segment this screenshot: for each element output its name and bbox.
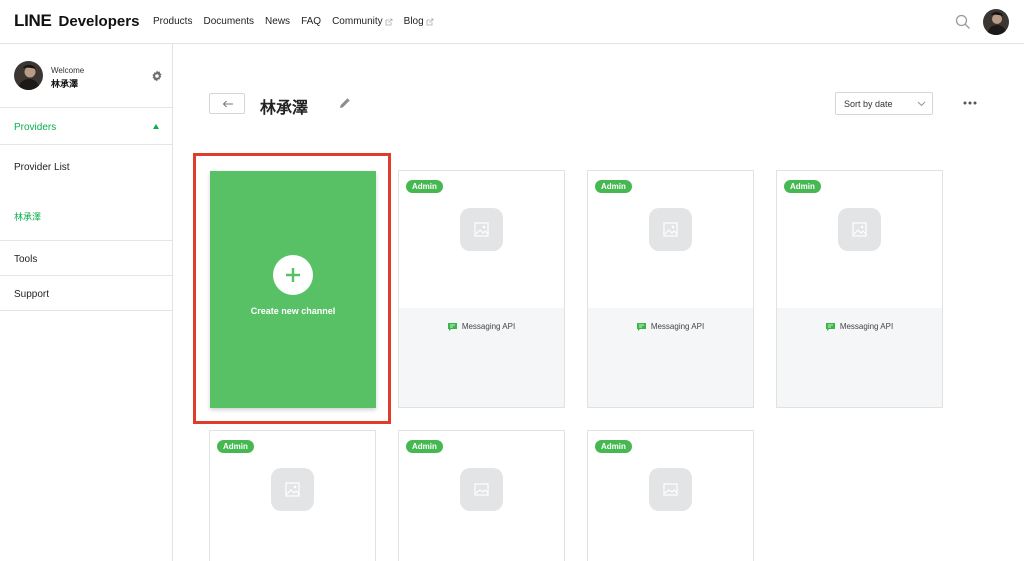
- admin-badge: Admin: [406, 180, 443, 193]
- search-icon[interactable]: [955, 14, 971, 30]
- sort-select[interactable]: Sort by date: [835, 92, 933, 115]
- more-options-icon[interactable]: [963, 101, 977, 105]
- create-new-channel-label: Create new channel: [250, 306, 336, 316]
- main-nav: Products Documents News FAQ Community Bl…: [153, 16, 445, 27]
- create-new-channel-card[interactable]: Create new channel: [210, 171, 376, 408]
- nav-blog[interactable]: Blog: [404, 16, 434, 27]
- chat-bubble-icon: [636, 322, 646, 331]
- chat-bubble-icon: [825, 322, 835, 331]
- sidebar-providers-label: Providers: [14, 122, 57, 133]
- sidebar-providers-toggle[interactable]: Providers: [0, 108, 172, 145]
- channel-type-label: Messaging API: [839, 322, 894, 331]
- welcome-text: Welcome: [51, 66, 85, 75]
- nav-documents-label: Documents: [203, 16, 255, 27]
- user-avatar[interactable]: [983, 9, 1009, 35]
- admin-badge: Admin: [784, 180, 821, 193]
- nav-products-label: Products: [153, 16, 193, 27]
- gear-icon[interactable]: [151, 70, 163, 82]
- nav-news[interactable]: News: [265, 16, 290, 27]
- channel-card-top: Admin: [777, 171, 942, 308]
- sidebar-item-support[interactable]: Support: [0, 276, 172, 311]
- nav-documents[interactable]: Documents: [203, 16, 254, 27]
- nav-faq-label: FAQ: [301, 16, 322, 27]
- user-name: 林承澤: [51, 79, 79, 89]
- admin-badge: Admin: [595, 180, 632, 193]
- channel-card[interactable]: Admin Messaging API: [398, 170, 565, 408]
- logo-developers-text: Developers: [58, 13, 140, 30]
- image-placeholder-icon: [460, 208, 503, 251]
- channel-type: Messaging API: [588, 322, 753, 331]
- image-placeholder-icon: [271, 468, 314, 511]
- image-placeholder-icon: [838, 208, 881, 251]
- arrow-left-icon: [222, 100, 233, 108]
- nav-products[interactable]: Products: [153, 16, 192, 27]
- channel-card-footer: Messaging API: [777, 308, 942, 407]
- channel-type-label: Messaging API: [650, 322, 705, 331]
- channel-card-top: Admin: [399, 171, 564, 308]
- nav-community[interactable]: Community: [332, 16, 393, 27]
- channel-card[interactable]: Admin: [587, 430, 754, 561]
- sidebar-user-panel: Welcome 林承澤: [0, 44, 172, 108]
- nav-news-label: News: [265, 16, 291, 27]
- channel-card-top: Admin: [588, 171, 753, 308]
- channel-card[interactable]: Admin: [398, 430, 565, 561]
- sort-select-value: Sort by date: [844, 99, 893, 109]
- nav-faq[interactable]: FAQ: [301, 16, 321, 27]
- nav-community-label: Community: [332, 16, 383, 27]
- channel-type-label: Messaging API: [461, 322, 516, 331]
- sidebar: Welcome 林承澤 Providers Provider List 林承澤 …: [0, 44, 173, 561]
- channel-card-footer: Messaging API: [588, 308, 753, 407]
- channel-type: Messaging API: [399, 322, 564, 331]
- top-bar: LINE Developers Products Documents News …: [0, 0, 1024, 44]
- logo-line-text: LINE: [14, 11, 52, 30]
- caret-up-icon: [153, 124, 159, 129]
- channel-card[interactable]: Admin: [209, 430, 376, 561]
- sidebar-item-provider-list[interactable]: Provider List: [14, 162, 70, 173]
- page-title: 林承澤: [260, 100, 309, 117]
- channel-card-footer: Messaging API: [399, 308, 564, 407]
- avatar: [14, 61, 43, 90]
- chevron-down-icon: [917, 101, 926, 107]
- plus-icon: [273, 255, 313, 295]
- channel-type: Messaging API: [777, 322, 942, 331]
- sidebar-providers-submenu: Provider List 林承澤: [0, 145, 172, 241]
- back-button[interactable]: [209, 93, 245, 114]
- admin-badge: Admin: [406, 440, 443, 453]
- sidebar-item-tools-label: Tools: [14, 254, 38, 265]
- sidebar-item-tools[interactable]: Tools: [0, 241, 172, 276]
- admin-badge: Admin: [595, 440, 632, 453]
- chat-bubble-icon: [447, 322, 457, 331]
- external-link-icon: [426, 18, 434, 25]
- sidebar-item-provider[interactable]: 林承澤: [14, 210, 41, 223]
- sidebar-item-support-label: Support: [14, 289, 50, 300]
- image-placeholder-icon: [649, 208, 692, 251]
- admin-badge: Admin: [217, 440, 254, 453]
- line-developers-logo[interactable]: LINE Developers: [14, 11, 139, 33]
- image-placeholder-icon: [649, 468, 692, 511]
- nav-blog-label: Blog: [403, 16, 424, 27]
- channel-card[interactable]: Admin Messaging API: [587, 170, 754, 408]
- pencil-icon[interactable]: [339, 97, 351, 109]
- image-placeholder-icon: [460, 468, 503, 511]
- external-link-icon: [385, 18, 393, 25]
- channel-card[interactable]: Admin Messaging API: [776, 170, 943, 408]
